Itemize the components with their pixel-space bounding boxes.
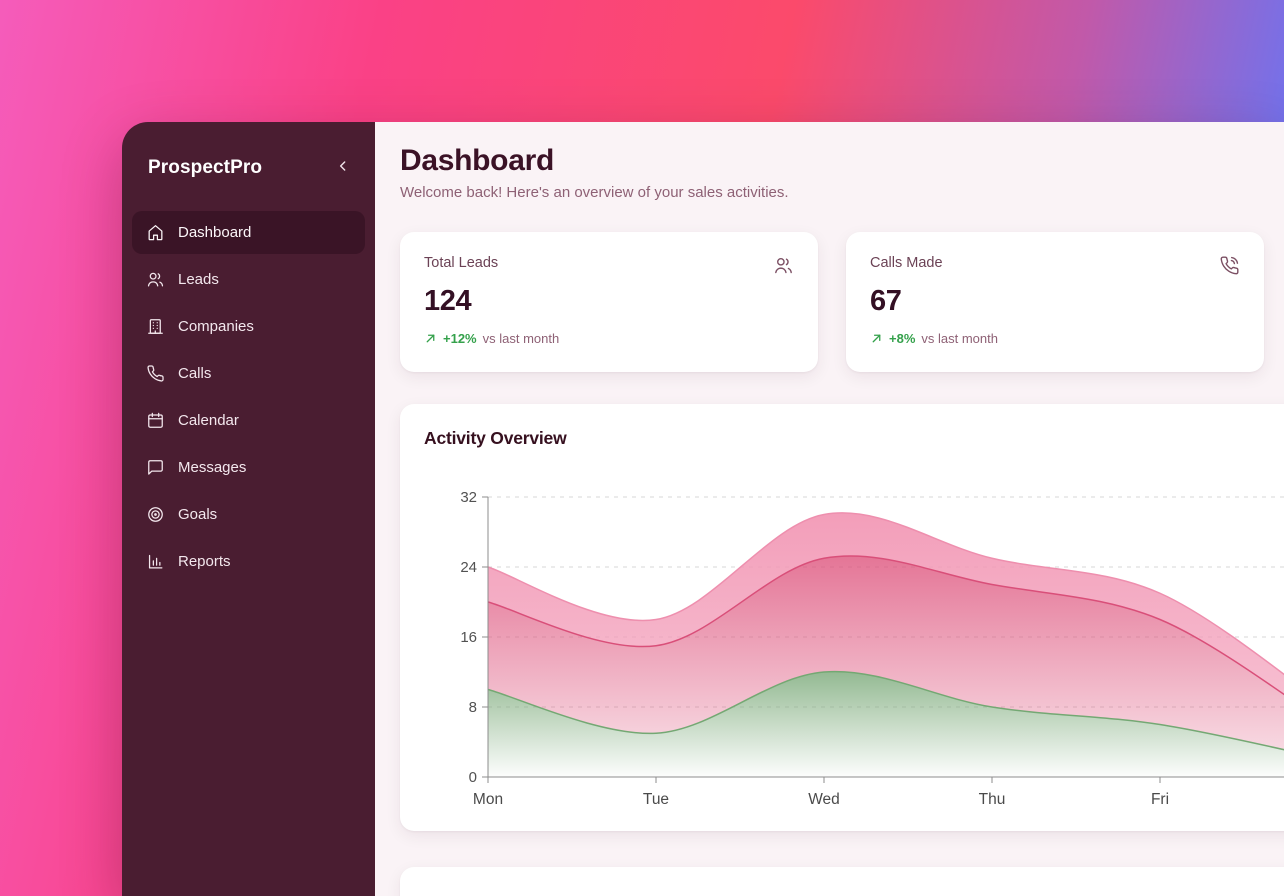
activity-overview-title: Activity Overview [424, 428, 1284, 449]
sidebar-item-label: Messages [178, 459, 246, 476]
chevron-left-icon [335, 158, 351, 177]
sidebar-item-label: Companies [178, 318, 254, 335]
svg-text:0: 0 [469, 769, 477, 786]
stat-card-calls-made: Calls Made 67 +8% vs last month [846, 232, 1264, 372]
sidebar-item-goals[interactable]: Goals [132, 493, 365, 536]
page-content: Dashboard Welcome back! Here's an overvi… [400, 144, 1284, 896]
sidebar-item-calls[interactable]: Calls [132, 352, 365, 395]
activity-overview-card: Activity Overview 0 8 16 24 32 Mon Tue Wed Thu Fr… [400, 404, 1284, 831]
stat-card-total-leads: Total Leads 124 +12% vs last month [400, 232, 818, 372]
message-square-icon [146, 458, 165, 477]
stat-card-header: Calls Made [870, 255, 1240, 276]
sidebar-item-calendar[interactable]: Calendar [132, 399, 365, 442]
svg-text:Fri: Fri [1151, 791, 1169, 807]
svg-text:Thu: Thu [979, 791, 1006, 807]
sidebar-collapse-button[interactable] [331, 154, 355, 181]
calendar-icon [146, 411, 165, 430]
sidebar-item-companies[interactable]: Companies [132, 305, 365, 348]
delta-caption: vs last month [921, 331, 998, 346]
delta-value: +8% [889, 331, 915, 346]
sidebar-item-dashboard[interactable]: Dashboard [132, 211, 365, 254]
users-icon [146, 270, 165, 289]
home-icon [146, 223, 165, 242]
delta-value: +12% [443, 331, 477, 346]
target-icon [146, 505, 165, 524]
stat-cards-row: Total Leads124+12%vs last monthCalls Mad… [400, 232, 1284, 372]
delta-caption: vs last month [483, 331, 560, 346]
users-icon [773, 255, 794, 276]
sidebar-item-label: Dashboard [178, 224, 251, 241]
sidebar: ProspectPro Dashboard Leads Companies Calls… [122, 122, 375, 896]
sidebar-item-label: Leads [178, 271, 219, 288]
sidebar-header: ProspectPro [132, 142, 365, 193]
stat-delta: +8% vs last month [870, 331, 1240, 346]
phone-icon [146, 364, 165, 383]
sidebar-item-label: Reports [178, 553, 231, 570]
app-window: ProspectPro Dashboard Leads Companies Calls… [122, 122, 1284, 896]
stat-delta: +12% vs last month [424, 331, 794, 346]
sidebar-item-reports[interactable]: Reports [132, 540, 365, 583]
svg-text:Tue: Tue [643, 791, 669, 807]
building-icon [146, 317, 165, 336]
svg-text:16: 16 [460, 629, 477, 646]
sidebar-item-label: Calendar [178, 412, 239, 429]
stat-value: 124 [424, 285, 794, 318]
sidebar-item-label: Goals [178, 506, 217, 523]
arrow-up-right-icon [424, 332, 437, 345]
svg-text:8: 8 [469, 699, 477, 716]
sidebar-nav: Dashboard Leads Companies Calls Calendar Mess… [132, 211, 365, 583]
sidebar-item-label: Calls [178, 365, 211, 382]
svg-text:32: 32 [460, 489, 477, 506]
sidebar-item-messages[interactable]: Messages [132, 446, 365, 489]
stat-label: Calls Made [870, 255, 943, 271]
sidebar-item-leads[interactable]: Leads [132, 258, 365, 301]
page-title: Dashboard [400, 144, 1284, 178]
stat-value: 67 [870, 285, 1240, 318]
stat-card-header: Total Leads [424, 255, 794, 276]
svg-text:Mon: Mon [473, 791, 503, 807]
activity-overview-chart: 08162432MonTueWedThuFriSat [424, 485, 1284, 807]
bar-chart-icon [146, 552, 165, 571]
arrow-up-right-icon [870, 332, 883, 345]
page-subtitle: Welcome back! Here's an overview of your… [400, 184, 1284, 201]
phone-call-icon [1219, 255, 1240, 276]
main-content: Dashboard Welcome back! Here's an overvi… [375, 122, 1284, 896]
chart-container: 08162432MonTueWedThuFriSat [424, 485, 1284, 812]
app-brand: ProspectPro [148, 157, 262, 179]
stat-label: Total Leads [424, 255, 498, 271]
svg-text:Wed: Wed [808, 791, 840, 807]
partially-visible-card [400, 867, 1284, 896]
svg-text:24: 24 [460, 559, 477, 576]
